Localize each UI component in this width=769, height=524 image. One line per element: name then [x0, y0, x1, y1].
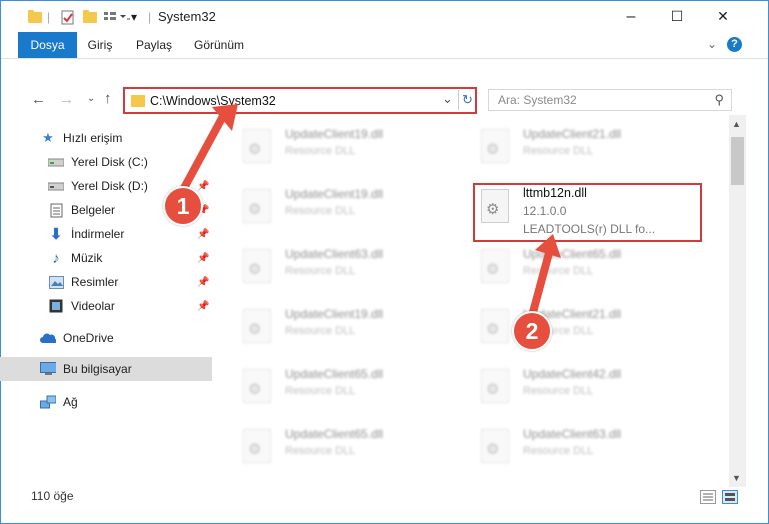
- step-badge-2: 2: [512, 311, 552, 351]
- annotation-overlay: [179, 104, 561, 320]
- arrow-2: [528, 234, 561, 320]
- arrow-1: [179, 104, 238, 194]
- step-badge-1: 1: [163, 186, 203, 226]
